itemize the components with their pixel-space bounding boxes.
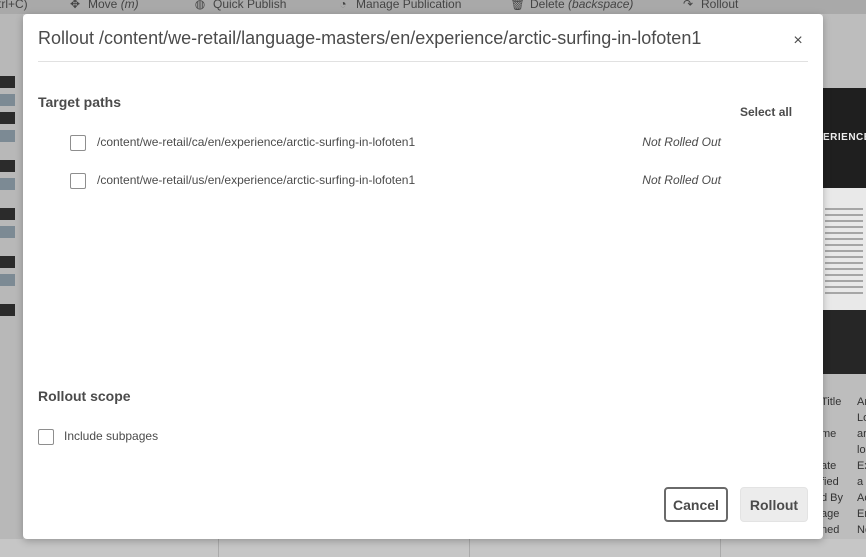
manage-publication-icon: ◔	[339, 0, 347, 11]
thumbnail[interactable]	[0, 160, 15, 172]
property-label	[821, 442, 843, 458]
property-value: Ac	[857, 492, 866, 504]
background-preview-panel: ERIENCE Title me ate fied d By age ned A…	[821, 14, 866, 557]
rollout-scope-heading: Rollout scope	[38, 388, 131, 404]
move-action[interactable]: ✥ Move (m)	[68, 0, 139, 11]
property-label: d By	[821, 492, 844, 504]
property-value: No	[857, 524, 866, 536]
preview-hero-text: ERIENCE	[823, 132, 866, 143]
properties-values: Ar Lo ar lo Ex a Ac Er No	[857, 394, 866, 538]
thumbnail[interactable]	[0, 208, 15, 220]
property-value: lo	[857, 444, 866, 456]
copy-action[interactable]: trl+C)	[0, 0, 28, 11]
thumbnail[interactable]	[0, 274, 15, 286]
delete-action[interactable]: 🗑 Delete (backspace)	[510, 0, 633, 11]
property-label: ate	[821, 460, 837, 472]
property-value: Ar	[857, 396, 866, 408]
thumbnail[interactable]	[0, 94, 15, 106]
rollout-status: Not Rolled Out	[642, 135, 721, 149]
include-subpages-checkbox[interactable]	[38, 429, 54, 445]
target-path-checkbox-us[interactable]	[70, 173, 86, 189]
dialog-title: Rollout /content/we-retail/language-mast…	[38, 28, 702, 48]
property-value: ar	[857, 428, 866, 440]
rollout-status: Not Rolled Out	[642, 173, 721, 187]
property-label: fied	[821, 476, 839, 488]
include-subpages-label: Include subpages	[64, 429, 159, 443]
target-paths-heading: Target paths	[38, 94, 121, 110]
rollout-icon: ↷	[682, 0, 694, 11]
preview-text-lines	[825, 208, 863, 298]
rollout-action[interactable]: ↷ Rollout	[681, 0, 738, 11]
property-value: Ex	[857, 460, 866, 472]
thumbnail[interactable]	[0, 226, 15, 238]
rollout-dialog: Rollout /content/we-retail/language-mast…	[23, 14, 823, 539]
thumbnail[interactable]	[0, 130, 15, 142]
preview-footer	[823, 310, 866, 374]
thumbnail[interactable]	[0, 112, 15, 124]
page-preview: ERIENCE	[823, 88, 866, 374]
globe-icon: ◍	[194, 0, 206, 11]
properties-labels: Title me ate fied d By age ned	[821, 394, 843, 538]
property-value: a	[857, 476, 864, 488]
property-label	[821, 410, 843, 426]
target-path-label: /content/we-retail/us/en/experience/arct…	[97, 173, 416, 187]
rollout-button[interactable]: Rollout	[740, 487, 808, 522]
background-thumbnail-column	[0, 14, 23, 557]
cancel-button[interactable]: Cancel	[664, 487, 728, 522]
thumbnail[interactable]	[0, 256, 15, 268]
property-value: Er	[857, 508, 866, 520]
property-value: Lo	[857, 412, 866, 424]
manage-publication-action[interactable]: ◔ Manage Publication	[336, 0, 461, 11]
thumbnail[interactable]	[0, 76, 15, 88]
thumbnail[interactable]	[0, 304, 15, 316]
property-label: me	[821, 428, 837, 440]
target-path-label: /content/we-retail/ca/en/experience/arct…	[97, 135, 416, 149]
quick-publish-action[interactable]: ◍ Quick Publish	[193, 0, 287, 11]
target-path-checkbox-ca[interactable]	[70, 135, 86, 151]
thumbnail[interactable]	[0, 178, 15, 190]
property-label: age	[821, 508, 840, 520]
property-label: Title	[821, 396, 842, 408]
background-toolbar: trl+C) ✥ Move (m) ◍ Quick Publish ◔ Manage …	[0, 0, 866, 14]
title-divider	[38, 61, 808, 62]
property-label: ned	[821, 524, 840, 536]
close-icon[interactable]: ×	[787, 30, 809, 52]
move-icon: ✥	[69, 0, 81, 11]
background-columns-footer	[0, 539, 866, 557]
trash-icon: 🗑	[510, 0, 526, 11]
select-all-button[interactable]: Select all	[740, 105, 792, 119]
